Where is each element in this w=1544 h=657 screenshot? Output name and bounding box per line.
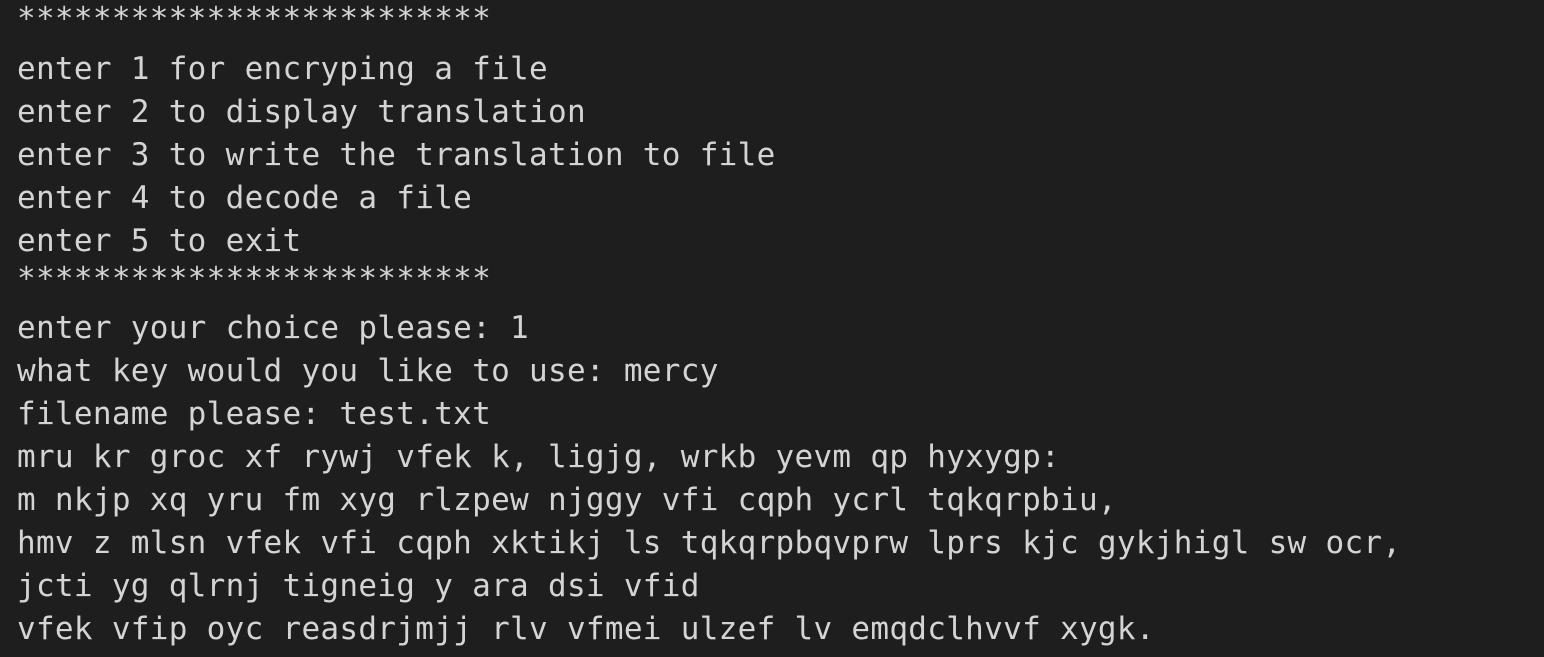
menu-option-2: enter 2 to display translation	[17, 94, 586, 130]
menu-option-4: enter 4 to decode a file	[17, 180, 473, 216]
output-line: vfek vfip oyc reasdrjmjj rlv vfmei ulzef…	[17, 611, 1155, 647]
choice-prompt: enter your choice please: 1	[17, 310, 530, 346]
filename-prompt: filename please: test.txt	[17, 396, 492, 432]
terminal-output[interactable]: ************************* enter 1 for en…	[0, 0, 1544, 657]
output-line: mru kr groc xf rywj vfek k, ligjg, wrkb …	[17, 439, 1060, 475]
output-line: jcti yg qlrnj tigneig y ara dsi vfid	[17, 568, 700, 604]
menu-separator-top: *************************	[17, 1, 492, 37]
menu-option-5: enter 5 to exit	[17, 223, 302, 259]
menu-option-1: enter 1 for encryping a file	[17, 51, 548, 87]
menu-separator-bottom: *************************	[17, 261, 492, 297]
menu-option-3: enter 3 to write the translation to file	[17, 137, 776, 173]
output-line: hmv z mlsn vfek vfi cqph xktikj ls tqkqr…	[17, 525, 1402, 561]
output-line: m nkjp xq yru fm xyg rlzpew njggy vfi cq…	[17, 482, 1117, 518]
key-prompt: what key would you like to use: mercy	[17, 353, 719, 389]
